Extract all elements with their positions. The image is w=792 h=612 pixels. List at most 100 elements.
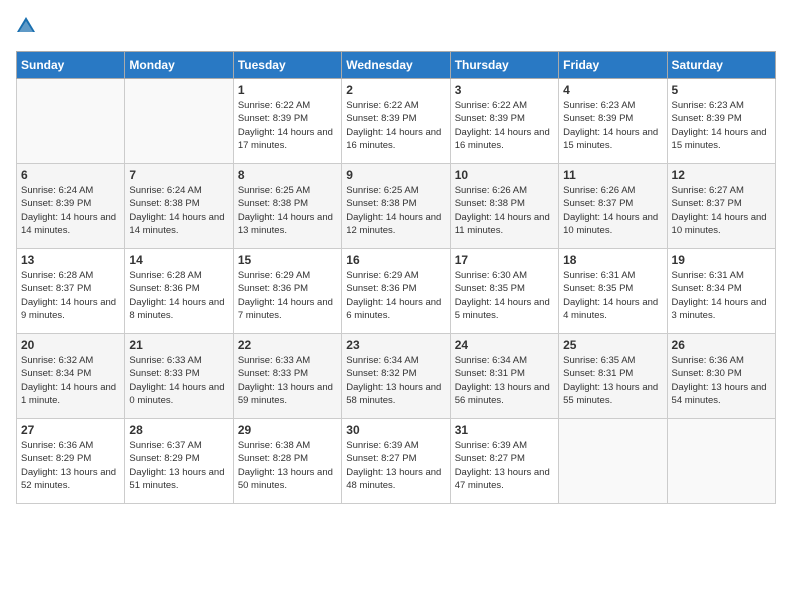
day-number: 26 — [672, 338, 771, 352]
day-number: 17 — [455, 253, 554, 267]
calendar-cell: 4 Sunrise: 6:23 AM Sunset: 8:39 PM Daylig… — [559, 79, 667, 164]
cell-info: Sunrise: 6:33 AM Sunset: 8:33 PM Dayligh… — [129, 354, 228, 407]
calendar-cell: 28 Sunrise: 6:37 AM Sunset: 8:29 PM Dayli… — [125, 419, 233, 504]
cell-info: Sunrise: 6:23 AM Sunset: 8:39 PM Dayligh… — [563, 99, 662, 152]
cell-info: Sunrise: 6:35 AM Sunset: 8:31 PM Dayligh… — [563, 354, 662, 407]
page-header — [16, 16, 776, 41]
day-number: 8 — [238, 168, 337, 182]
day-number: 22 — [238, 338, 337, 352]
cell-info: Sunrise: 6:28 AM Sunset: 8:37 PM Dayligh… — [21, 269, 120, 322]
cell-info: Sunrise: 6:26 AM Sunset: 8:37 PM Dayligh… — [563, 184, 662, 237]
day-number: 5 — [672, 83, 771, 97]
logo — [16, 16, 40, 41]
calendar-cell: 29 Sunrise: 6:38 AM Sunset: 8:28 PM Dayli… — [233, 419, 341, 504]
day-number: 29 — [238, 423, 337, 437]
cell-info: Sunrise: 6:39 AM Sunset: 8:27 PM Dayligh… — [455, 439, 554, 492]
calendar-cell: 12Sunrise: 6:27 AM Sunset: 8:37 PM Dayli… — [667, 164, 775, 249]
calendar-week-row: 13 Sunrise: 6:28 AM Sunset: 8:37 PM Dayli… — [17, 249, 776, 334]
day-number: 14 — [129, 253, 228, 267]
day-number: 27 — [21, 423, 120, 437]
day-number: 9 — [346, 168, 445, 182]
calendar-cell: 7 Sunrise: 6:24 AM Sunset: 8:38 PM Daylig… — [125, 164, 233, 249]
day-number: 10 — [455, 168, 554, 182]
calendar-cell: 26 Sunrise: 6:36 AM Sunset: 8:30 PM Dayli… — [667, 334, 775, 419]
day-number: 6 — [21, 168, 120, 182]
day-number: 16 — [346, 253, 445, 267]
day-number: 25 — [563, 338, 662, 352]
calendar-cell: 31 Sunrise: 6:39 AM Sunset: 8:27 PM Dayli… — [450, 419, 558, 504]
cell-info: Sunrise: 6:33 AM Sunset: 8:33 PM Dayligh… — [238, 354, 337, 407]
calendar-cell: 17 Sunrise: 6:30 AM Sunset: 8:35 PM Dayli… — [450, 249, 558, 334]
cell-info: Sunrise: 6:38 AM Sunset: 8:28 PM Dayligh… — [238, 439, 337, 492]
cell-info: Sunrise: 6:31 AM Sunset: 8:34 PM Dayligh… — [672, 269, 771, 322]
day-number: 31 — [455, 423, 554, 437]
cell-info: Sunrise: 6:29 AM Sunset: 8:36 PM Dayligh… — [346, 269, 445, 322]
calendar-cell: 14 Sunrise: 6:28 AM Sunset: 8:36 PM Dayli… — [125, 249, 233, 334]
cell-info: Sunrise: 6:32 AM Sunset: 8:34 PM Dayligh… — [21, 354, 120, 407]
weekday-header: Tuesday — [233, 52, 341, 79]
calendar-cell: 1 Sunrise: 6:22 AM Sunset: 8:39 PM Daylig… — [233, 79, 341, 164]
calendar-cell: 19 Sunrise: 6:31 AM Sunset: 8:34 PM Dayli… — [667, 249, 775, 334]
calendar-cell — [125, 79, 233, 164]
calendar-cell: 5 Sunrise: 6:23 AM Sunset: 8:39 PM Daylig… — [667, 79, 775, 164]
day-number: 13 — [21, 253, 120, 267]
calendar-cell: 18 Sunrise: 6:31 AM Sunset: 8:35 PM Dayli… — [559, 249, 667, 334]
weekday-header: Wednesday — [342, 52, 450, 79]
calendar-cell: 13 Sunrise: 6:28 AM Sunset: 8:37 PM Dayli… — [17, 249, 125, 334]
cell-info: Sunrise: 6:31 AM Sunset: 8:35 PM Dayligh… — [563, 269, 662, 322]
calendar-cell: 21 Sunrise: 6:33 AM Sunset: 8:33 PM Dayli… — [125, 334, 233, 419]
cell-info: Sunrise: 6:22 AM Sunset: 8:39 PM Dayligh… — [238, 99, 337, 152]
calendar-week-row: 6 Sunrise: 6:24 AM Sunset: 8:39 PM Daylig… — [17, 164, 776, 249]
cell-info: Sunrise: 6:23 AM Sunset: 8:39 PM Dayligh… — [672, 99, 771, 152]
cell-info: Sunrise: 6:27 AM Sunset: 8:37 PM Dayligh… — [672, 184, 771, 237]
day-number: 15 — [238, 253, 337, 267]
cell-info: Sunrise: 6:34 AM Sunset: 8:32 PM Dayligh… — [346, 354, 445, 407]
cell-info: Sunrise: 6:39 AM Sunset: 8:27 PM Dayligh… — [346, 439, 445, 492]
calendar-cell: 8 Sunrise: 6:25 AM Sunset: 8:38 PM Daylig… — [233, 164, 341, 249]
day-number: 28 — [129, 423, 228, 437]
cell-info: Sunrise: 6:24 AM Sunset: 8:39 PM Dayligh… — [21, 184, 120, 237]
cell-info: Sunrise: 6:25 AM Sunset: 8:38 PM Dayligh… — [346, 184, 445, 237]
cell-info: Sunrise: 6:24 AM Sunset: 8:38 PM Dayligh… — [129, 184, 228, 237]
cell-info: Sunrise: 6:22 AM Sunset: 8:39 PM Dayligh… — [455, 99, 554, 152]
calendar-cell: 22 Sunrise: 6:33 AM Sunset: 8:33 PM Dayli… — [233, 334, 341, 419]
day-number: 30 — [346, 423, 445, 437]
calendar-cell: 20 Sunrise: 6:32 AM Sunset: 8:34 PM Dayli… — [17, 334, 125, 419]
day-number: 3 — [455, 83, 554, 97]
calendar-cell: 9 Sunrise: 6:25 AM Sunset: 8:38 PM Daylig… — [342, 164, 450, 249]
day-number: 18 — [563, 253, 662, 267]
day-number: 7 — [129, 168, 228, 182]
day-number: 19 — [672, 253, 771, 267]
day-number: 1 — [238, 83, 337, 97]
calendar-cell: 27 Sunrise: 6:36 AM Sunset: 8:29 PM Dayli… — [17, 419, 125, 504]
calendar-cell — [559, 419, 667, 504]
calendar-week-row: 20 Sunrise: 6:32 AM Sunset: 8:34 PM Dayli… — [17, 334, 776, 419]
cell-info: Sunrise: 6:25 AM Sunset: 8:38 PM Dayligh… — [238, 184, 337, 237]
day-number: 23 — [346, 338, 445, 352]
cell-info: Sunrise: 6:29 AM Sunset: 8:36 PM Dayligh… — [238, 269, 337, 322]
cell-info: Sunrise: 6:22 AM Sunset: 8:39 PM Dayligh… — [346, 99, 445, 152]
cell-info: Sunrise: 6:36 AM Sunset: 8:29 PM Dayligh… — [21, 439, 120, 492]
weekday-header: Friday — [559, 52, 667, 79]
calendar-cell: 23 Sunrise: 6:34 AM Sunset: 8:32 PM Dayli… — [342, 334, 450, 419]
day-number: 20 — [21, 338, 120, 352]
calendar-cell — [17, 79, 125, 164]
calendar-cell: 16 Sunrise: 6:29 AM Sunset: 8:36 PM Dayli… — [342, 249, 450, 334]
cell-info: Sunrise: 6:30 AM Sunset: 8:35 PM Dayligh… — [455, 269, 554, 322]
calendar-cell: 30 Sunrise: 6:39 AM Sunset: 8:27 PM Dayli… — [342, 419, 450, 504]
calendar-body: 1 Sunrise: 6:22 AM Sunset: 8:39 PM Daylig… — [17, 79, 776, 504]
weekday-header-row: SundayMondayTuesdayWednesdayThursdayFrid… — [17, 52, 776, 79]
calendar-cell: 2 Sunrise: 6:22 AM Sunset: 8:39 PM Daylig… — [342, 79, 450, 164]
weekday-header: Saturday — [667, 52, 775, 79]
cell-info: Sunrise: 6:36 AM Sunset: 8:30 PM Dayligh… — [672, 354, 771, 407]
weekday-header: Thursday — [450, 52, 558, 79]
day-number: 21 — [129, 338, 228, 352]
calendar-cell: 25 Sunrise: 6:35 AM Sunset: 8:31 PM Dayli… — [559, 334, 667, 419]
day-number: 11 — [563, 168, 662, 182]
calendar-cell: 3 Sunrise: 6:22 AM Sunset: 8:39 PM Daylig… — [450, 79, 558, 164]
calendar-week-row: 27 Sunrise: 6:36 AM Sunset: 8:29 PM Dayli… — [17, 419, 776, 504]
cell-info: Sunrise: 6:28 AM Sunset: 8:36 PM Dayligh… — [129, 269, 228, 322]
cell-info: Sunrise: 6:37 AM Sunset: 8:29 PM Dayligh… — [129, 439, 228, 492]
day-number: 4 — [563, 83, 662, 97]
day-number: 2 — [346, 83, 445, 97]
